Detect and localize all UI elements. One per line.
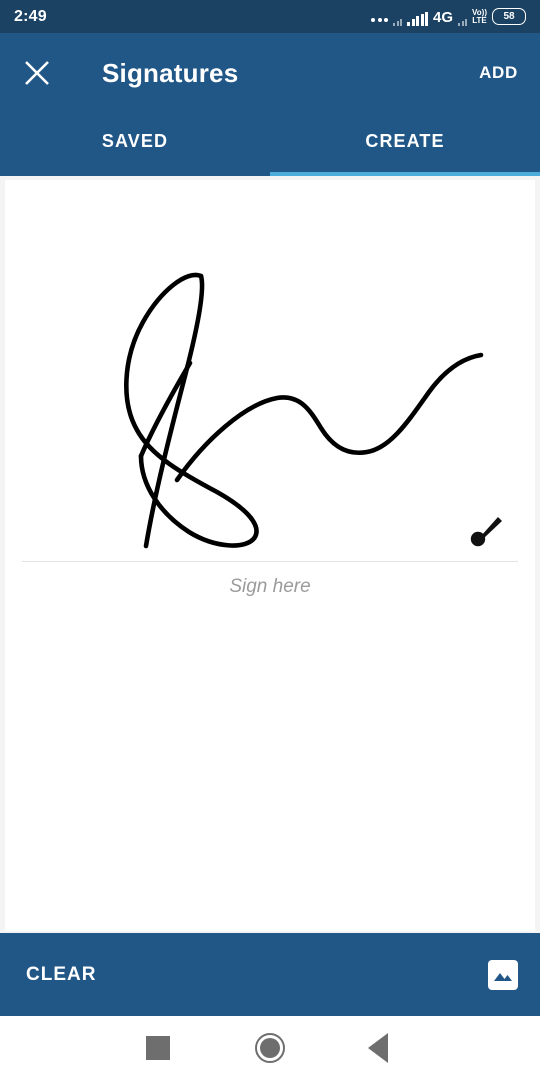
signal-bars-icon [407,11,429,26]
tab-saved[interactable]: SAVED [0,113,270,176]
main-content: Sign here [0,176,540,933]
canvas-divider [22,561,518,562]
battery-level-label: 58 [503,10,515,22]
app-screen: 2:49 4G Vo)) LTE 58 Signatures ADD SAVED… [0,0,540,1080]
gallery-button[interactable] [488,959,518,990]
volte-icon: Vo)) LTE [472,8,487,26]
signature-drawing [124,272,484,549]
tab-create[interactable]: CREATE [270,113,540,176]
app-bar: Signatures ADD [0,33,540,113]
network-type-label: 4G [433,8,454,26]
signal-bars-tertiary-icon [458,18,468,26]
image-icon [494,972,512,981]
clear-button[interactable]: CLEAR [26,964,96,986]
tab-saved-label: SAVED [101,131,169,151]
signal-bars-secondary-icon [393,18,403,26]
status-bar: 2:49 4G Vo)) LTE 58 [0,0,540,33]
battery-icon: 58 [492,7,526,25]
android-nav-bar [0,1016,540,1080]
square-recents-icon[interactable] [146,1036,170,1060]
circle-home-icon[interactable] [255,1033,285,1063]
more-dots-icon [371,17,389,26]
bottom-action-bar: CLEAR [0,933,540,1016]
tab-bar: SAVED CREATE [0,113,540,176]
close-icon [25,61,49,85]
tab-create-label: CREATE [365,131,445,151]
sign-here-hint: Sign here [229,576,311,597]
page-title: Signatures [102,57,239,88]
close-button[interactable] [6,42,68,104]
status-icons: 4G Vo)) LTE 58 [371,7,526,26]
volte-bottom-label: LTE [472,15,487,25]
status-clock: 2:49 [14,7,47,25]
triangle-back-icon[interactable] [368,1033,388,1063]
add-button[interactable]: ADD [479,63,518,83]
signature-canvas[interactable]: Sign here [5,180,535,931]
brush-icon[interactable] [467,510,507,550]
